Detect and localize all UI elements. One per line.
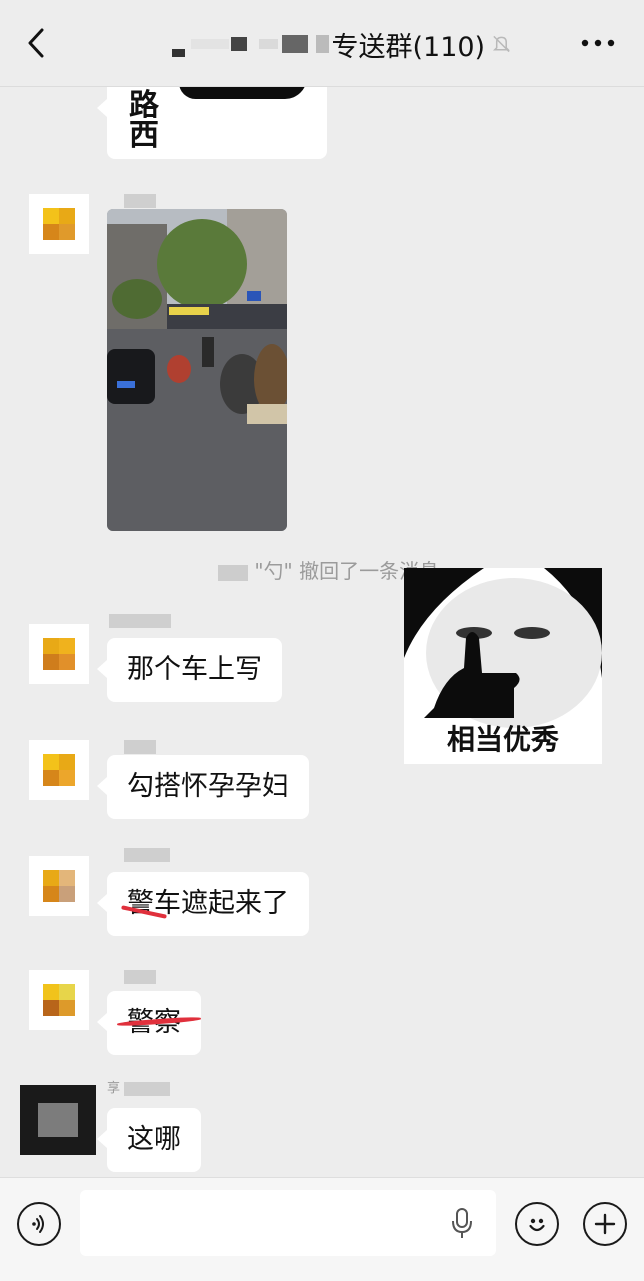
message-bubble[interactable]: 警车遮起来了	[97, 872, 309, 936]
message-text: 路西	[129, 88, 159, 153]
street-photo	[107, 209, 287, 531]
input-bar	[0, 1177, 644, 1281]
sender-name-redacted	[124, 740, 156, 754]
voice-toggle-icon[interactable]	[17, 1202, 61, 1246]
redacted-block	[172, 49, 186, 57]
redacted-block	[218, 564, 248, 581]
avatar[interactable]	[20, 1085, 96, 1155]
more-dots-icon[interactable]	[580, 38, 616, 48]
chevron-left-icon[interactable]	[22, 26, 52, 60]
message-bubble[interactable]: 路西	[97, 87, 327, 159]
redacted-block	[258, 39, 278, 49]
message-bubble[interactable]: 勾搭怀孕孕妇	[97, 755, 309, 819]
sender-name-redacted	[109, 614, 171, 628]
avatar[interactable]	[29, 624, 89, 684]
avatar[interactable]	[29, 194, 89, 254]
message-bubble[interactable]: 警察	[97, 991, 202, 1055]
sticker-image[interactable]: 相当优秀	[404, 568, 602, 764]
message-bubble[interactable]: 这哪	[97, 1108, 201, 1172]
message-input[interactable]	[80, 1190, 496, 1256]
sender-name-redacted	[124, 1082, 170, 1096]
avatar[interactable]	[29, 856, 89, 916]
avatar[interactable]	[29, 740, 89, 800]
avatar-image	[38, 1103, 78, 1137]
redacted-block	[231, 37, 247, 51]
bell-off-icon	[493, 35, 511, 53]
microphone-icon[interactable]	[450, 1206, 474, 1242]
sender-name-redacted	[124, 970, 156, 984]
avatar-image	[43, 870, 75, 902]
sender-name-redacted	[124, 848, 170, 862]
avatar-image	[43, 638, 75, 670]
message-text: 那个车上写	[127, 654, 262, 685]
redacted-block	[281, 35, 309, 53]
chat-header: 专送群(110)	[0, 0, 644, 87]
avatar[interactable]	[29, 970, 89, 1030]
avatar-image	[43, 754, 75, 786]
redacted-block	[191, 39, 230, 49]
message-bubble[interactable]: 那个车上写	[97, 638, 282, 702]
image-message[interactable]	[107, 209, 287, 531]
plus-icon[interactable]	[583, 1202, 627, 1246]
redacted-scribble	[179, 87, 307, 99]
avatar-image	[43, 984, 75, 1016]
message-list[interactable]: 路西 "勺" 撤回了一条消息 相当优秀 那个车上写 勾搭怀孕孕妇 警车遮起来了 …	[0, 87, 644, 1177]
redacted-block	[316, 35, 330, 53]
chat-title: 专送群(110)	[331, 31, 486, 63]
chat-title-area[interactable]: 专送群(110)	[172, 22, 512, 66]
sender-name-prefix: 享	[107, 1081, 121, 1096]
sender-name-redacted	[124, 194, 156, 208]
sticker-caption: 相当优秀	[446, 723, 559, 756]
message-text: 这哪	[127, 1124, 181, 1155]
avatar-image	[43, 208, 75, 240]
emoji-icon[interactable]	[515, 1202, 559, 1246]
message-text: 勾搭怀孕孕妇	[127, 771, 289, 802]
